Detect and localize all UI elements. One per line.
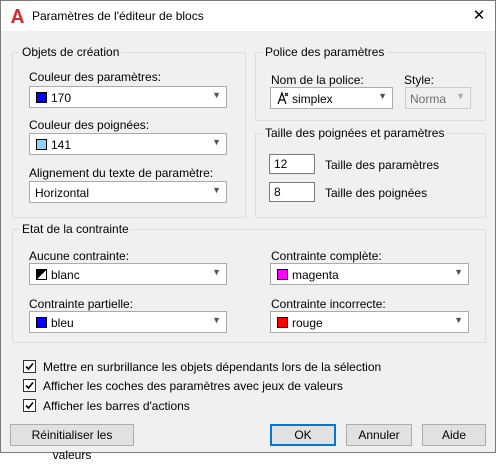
reset-values-button[interactable]: Réinitialiser les valeurs <box>10 424 134 462</box>
show-action-bars-checkbox[interactable] <box>23 399 36 412</box>
shx-font-icon <box>277 91 289 105</box>
no-constraint-label: Aucune contrainte: <box>29 249 130 263</box>
chevron-down-icon: ▼ <box>454 267 463 277</box>
chevron-down-icon: ▼ <box>212 90 221 100</box>
font-name-select[interactable]: simplex ▼ <box>270 87 393 109</box>
checkmark-icon <box>25 362 34 371</box>
font-group-title: Police des paramètres <box>262 45 388 59</box>
no-constraint-value: blanc <box>51 268 80 282</box>
no-constraint-swatch <box>36 269 47 280</box>
help-button[interactable]: Aide <box>422 424 486 446</box>
grip-size-input[interactable]: 8 <box>269 182 315 202</box>
chevron-down-icon: ▼ <box>212 137 221 147</box>
font-style-label: Style: <box>404 73 435 87</box>
window-title: Paramètres de l'éditeur de blocs <box>32 9 204 23</box>
show-param-ticks-label: Afficher les coches des paramètres avec … <box>43 379 343 393</box>
param-color-label: Couleur des paramètres: <box>29 70 162 84</box>
no-constraint-select[interactable]: blanc ▼ <box>29 263 227 285</box>
highlight-dependents-checkbox[interactable] <box>23 360 36 373</box>
font-name-label: Nom de la police: <box>271 73 364 87</box>
font-style-select[interactable]: Norma ▼ <box>405 87 471 109</box>
autocad-app-icon <box>11 9 24 23</box>
checkmark-icon <box>25 381 34 390</box>
full-constraint-value: magenta <box>292 268 339 282</box>
incorrect-constraint-swatch <box>277 317 288 328</box>
creation-objects-title: Objets de création <box>19 45 123 59</box>
sizes-group-title: Taille des poignées et paramètres <box>262 126 448 140</box>
param-size-input[interactable]: 12 <box>269 154 315 174</box>
chevron-down-icon: ▼ <box>212 267 221 277</box>
chevron-down-icon: ▼ <box>454 315 463 325</box>
show-action-bars-label: Afficher les barres d'actions <box>43 399 190 413</box>
grip-color-select[interactable]: 141 ▼ <box>29 133 227 155</box>
constraint-state-title: Etat de la contrainte <box>19 222 132 236</box>
checkmark-icon <box>25 401 34 410</box>
grip-size-label: Taille des poignées <box>325 186 428 200</box>
show-param-ticks-checkbox[interactable] <box>23 379 36 392</box>
font-name-value: simplex <box>292 92 333 106</box>
param-color-swatch <box>36 92 47 103</box>
text-alignment-value: Horizontal <box>35 186 90 200</box>
full-constraint-swatch <box>277 269 288 280</box>
param-color-value: 170 <box>51 91 72 105</box>
grip-color-swatch <box>36 139 47 150</box>
highlight-dependents-label: Mettre en surbrillance les objets dépend… <box>43 360 382 374</box>
grip-color-value: 141 <box>51 138 72 152</box>
cancel-button[interactable]: Annuler <box>346 424 412 446</box>
chevron-down-icon: ▼ <box>378 91 387 101</box>
param-size-label: Taille des paramètres <box>325 158 440 172</box>
partial-constraint-label: Contrainte partielle: <box>29 297 134 311</box>
text-alignment-select[interactable]: Horizontal ▼ <box>29 181 227 203</box>
incorrect-constraint-label: Contrainte incorrecte: <box>271 297 386 311</box>
param-color-select[interactable]: 170 ▼ <box>29 86 227 108</box>
text-alignment-label: Alignement du texte de paramètre: <box>29 166 214 180</box>
partial-constraint-swatch <box>36 317 47 328</box>
title-bar: Paramètres de l'éditeur de blocs ✕ <box>1 1 495 31</box>
full-constraint-label: Contrainte complète: <box>271 249 382 263</box>
partial-constraint-select[interactable]: bleu ▼ <box>29 311 227 333</box>
incorrect-constraint-select[interactable]: rouge ▼ <box>270 311 469 333</box>
sizes-group: Taille des poignées et paramètres <box>255 126 486 218</box>
grip-color-label: Couleur des poignées: <box>29 118 150 132</box>
close-button[interactable]: ✕ <box>469 6 489 26</box>
font-style-value: Norma <box>410 92 447 106</box>
chevron-down-icon: ▼ <box>212 185 221 195</box>
incorrect-constraint-value: rouge <box>292 316 323 330</box>
partial-constraint-value: bleu <box>51 316 74 330</box>
full-constraint-select[interactable]: magenta ▼ <box>270 263 469 285</box>
ok-button[interactable]: OK <box>270 424 336 446</box>
block-editor-settings-dialog: Paramètres de l'éditeur de blocs ✕ Objet… <box>0 0 496 462</box>
chevron-down-icon: ▼ <box>212 315 221 325</box>
chevron-down-icon: ▼ <box>456 91 465 101</box>
